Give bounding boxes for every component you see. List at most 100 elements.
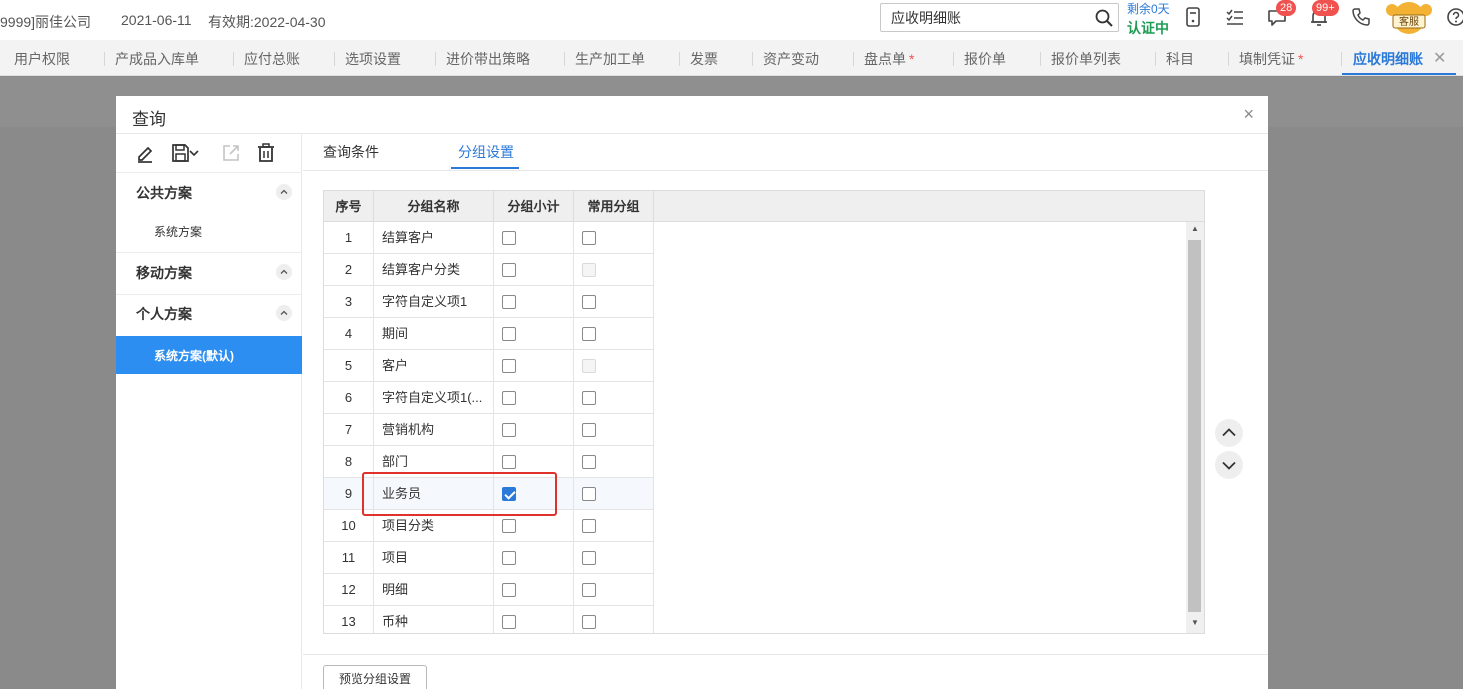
common-group-checkbox[interactable] bbox=[582, 551, 596, 565]
header-no: 序号 bbox=[324, 191, 374, 222]
delete-icon[interactable] bbox=[255, 142, 277, 164]
tab-finished-goods-receipt[interactable]: 产成品入库单 bbox=[115, 40, 199, 76]
dialog-close-icon[interactable]: × bbox=[1243, 104, 1254, 125]
common-group-checkbox[interactable] bbox=[582, 487, 596, 501]
subtotal-checkbox[interactable] bbox=[502, 423, 516, 437]
group-mobile-plans[interactable]: 移动方案 bbox=[136, 263, 192, 283]
group-name-cell[interactable]: 字符自定义项1 bbox=[374, 286, 494, 318]
subtotal-checkbox[interactable] bbox=[502, 519, 516, 533]
subtotal-checkbox[interactable] bbox=[502, 295, 516, 309]
table-row[interactable]: 11 项目 bbox=[324, 542, 654, 574]
subtotal-checkbox[interactable] bbox=[502, 231, 516, 245]
scroll-thumb[interactable] bbox=[1188, 240, 1201, 612]
tab-production-order[interactable]: 生产加工单 bbox=[575, 40, 645, 76]
subtotal-checkbox[interactable] bbox=[502, 615, 516, 629]
common-group-checkbox[interactable] bbox=[582, 231, 596, 245]
scroll-up-arrow[interactable]: ▲ bbox=[1191, 224, 1199, 233]
tab-user-permission[interactable]: 用户权限 bbox=[14, 40, 70, 76]
common-group-checkbox[interactable] bbox=[582, 615, 596, 629]
table-row[interactable]: 4 期间 bbox=[324, 318, 654, 350]
group-name-cell[interactable]: 结算客户 bbox=[374, 222, 494, 254]
cert-status[interactable]: 认证中 bbox=[1127, 18, 1169, 38]
subtotal-checkbox[interactable] bbox=[502, 583, 516, 597]
common-group-checkbox[interactable] bbox=[582, 583, 596, 597]
tab-account[interactable]: 科目 bbox=[1166, 40, 1194, 76]
search-input[interactable] bbox=[881, 4, 1081, 31]
subtotal-checkbox[interactable] bbox=[502, 263, 516, 277]
group-name-cell[interactable]: 项目 bbox=[374, 542, 494, 574]
avatar-text: 客服 bbox=[1399, 15, 1419, 28]
group-name-cell[interactable]: 币种 bbox=[374, 606, 494, 633]
calculator-icon[interactable] bbox=[1182, 6, 1204, 28]
edit-icon[interactable] bbox=[134, 142, 156, 164]
tab-purchase-price-strategy[interactable]: 进价带出策略 bbox=[446, 40, 530, 76]
table-row[interactable]: 13 币种 bbox=[324, 606, 654, 633]
tab-asset-change[interactable]: 资产变动 bbox=[763, 40, 819, 76]
common-group-checkbox[interactable] bbox=[582, 295, 596, 309]
tab-voucher-entry[interactable]: 填制凭证 * bbox=[1239, 40, 1303, 76]
checklist-icon[interactable] bbox=[1224, 6, 1246, 28]
scroll-down-arrow[interactable]: ▼ bbox=[1191, 618, 1199, 627]
table-row[interactable]: 2 结算客户分类 bbox=[324, 254, 654, 286]
group-name-cell[interactable]: 营销机构 bbox=[374, 414, 494, 446]
subtotal-checkbox[interactable] bbox=[502, 391, 516, 405]
common-group-checkbox[interactable] bbox=[582, 327, 596, 341]
phone-icon[interactable] bbox=[1350, 6, 1372, 28]
validity-date: 有效期:2022-04-30 bbox=[208, 14, 326, 30]
search-icon[interactable] bbox=[1094, 8, 1114, 28]
table-row[interactable]: 3 字符自定义项1 bbox=[324, 286, 654, 318]
table-row[interactable]: 6 字符自定义项1(... bbox=[324, 382, 654, 414]
row-number: 4 bbox=[324, 318, 374, 350]
subtotal-cell bbox=[494, 286, 574, 318]
subtotal-cell bbox=[494, 606, 574, 633]
common-group-checkbox[interactable] bbox=[582, 423, 596, 437]
tab-quotation[interactable]: 报价单 bbox=[964, 40, 1006, 76]
save-dropdown-icon[interactable] bbox=[188, 142, 200, 164]
tab-receivable-detail[interactable]: 应收明细账 bbox=[1353, 40, 1423, 76]
tab-query-conditions[interactable]: 查询条件 bbox=[323, 134, 379, 170]
common-group-checkbox[interactable] bbox=[582, 391, 596, 405]
global-search[interactable] bbox=[880, 3, 1119, 32]
tab-group-settings[interactable]: 分组设置 bbox=[458, 134, 514, 170]
common-group-checkbox[interactable] bbox=[582, 455, 596, 469]
remaining-days[interactable]: 剩余0天 bbox=[1127, 0, 1170, 17]
group-name-cell[interactable]: 客户 bbox=[374, 350, 494, 382]
subtotal-checkbox[interactable] bbox=[502, 327, 516, 341]
plan-system-default[interactable]: 系统方案(默认) bbox=[116, 336, 302, 374]
group-name-cell[interactable]: 结算客户分类 bbox=[374, 254, 494, 286]
common-group-cell bbox=[574, 510, 654, 542]
tab-quotation-list[interactable]: 报价单列表 bbox=[1051, 40, 1121, 76]
move-up-button[interactable] bbox=[1215, 419, 1243, 447]
table-row[interactable]: 5 客户 bbox=[324, 350, 654, 382]
tab-stocktake[interactable]: 盘点单 * bbox=[864, 40, 914, 76]
tab-payable-ledger[interactable]: 应付总账 bbox=[244, 40, 300, 76]
tab-option-settings[interactable]: 选项设置 bbox=[345, 40, 401, 76]
table-row[interactable]: 12 明细 bbox=[324, 574, 654, 606]
collapse-mobile-icon[interactable] bbox=[276, 264, 292, 280]
grid-scrollbar[interactable]: ▲ ▼ bbox=[1186, 222, 1204, 633]
table-row[interactable]: 7 营销机构 bbox=[324, 414, 654, 446]
row-number: 5 bbox=[324, 350, 374, 382]
group-name-cell[interactable]: 期间 bbox=[374, 318, 494, 350]
move-down-button[interactable] bbox=[1215, 451, 1243, 479]
tab-close-icon[interactable]: ✕ bbox=[1433, 40, 1446, 76]
subtotal-checkbox[interactable] bbox=[502, 359, 516, 373]
group-name-cell[interactable]: 明细 bbox=[374, 574, 494, 606]
group-name-cell[interactable]: 字符自定义项1(... bbox=[374, 382, 494, 414]
plan-system[interactable]: 系统方案 bbox=[154, 223, 202, 240]
group-public-plans[interactable]: 公共方案 bbox=[136, 183, 192, 203]
header-group-name: 分组名称 bbox=[374, 191, 494, 222]
collapse-public-icon[interactable] bbox=[276, 184, 292, 200]
tab-invoice[interactable]: 发票 bbox=[690, 40, 718, 76]
preview-group-settings-button[interactable]: 预览分组设置 bbox=[323, 665, 427, 689]
subtotal-checkbox[interactable] bbox=[502, 455, 516, 469]
help-icon[interactable] bbox=[1445, 6, 1463, 28]
table-row[interactable]: 1 结算客户 bbox=[324, 222, 654, 254]
login-date: 2021-06-11 bbox=[121, 12, 192, 28]
subtotal-checkbox[interactable] bbox=[502, 551, 516, 565]
collapse-personal-icon[interactable] bbox=[276, 305, 292, 321]
customer-service-avatar[interactable]: 客服 bbox=[1383, 0, 1435, 36]
message-badge: 28 bbox=[1276, 0, 1297, 16]
group-personal-plans[interactable]: 个人方案 bbox=[136, 304, 192, 324]
common-group-checkbox[interactable] bbox=[582, 519, 596, 533]
